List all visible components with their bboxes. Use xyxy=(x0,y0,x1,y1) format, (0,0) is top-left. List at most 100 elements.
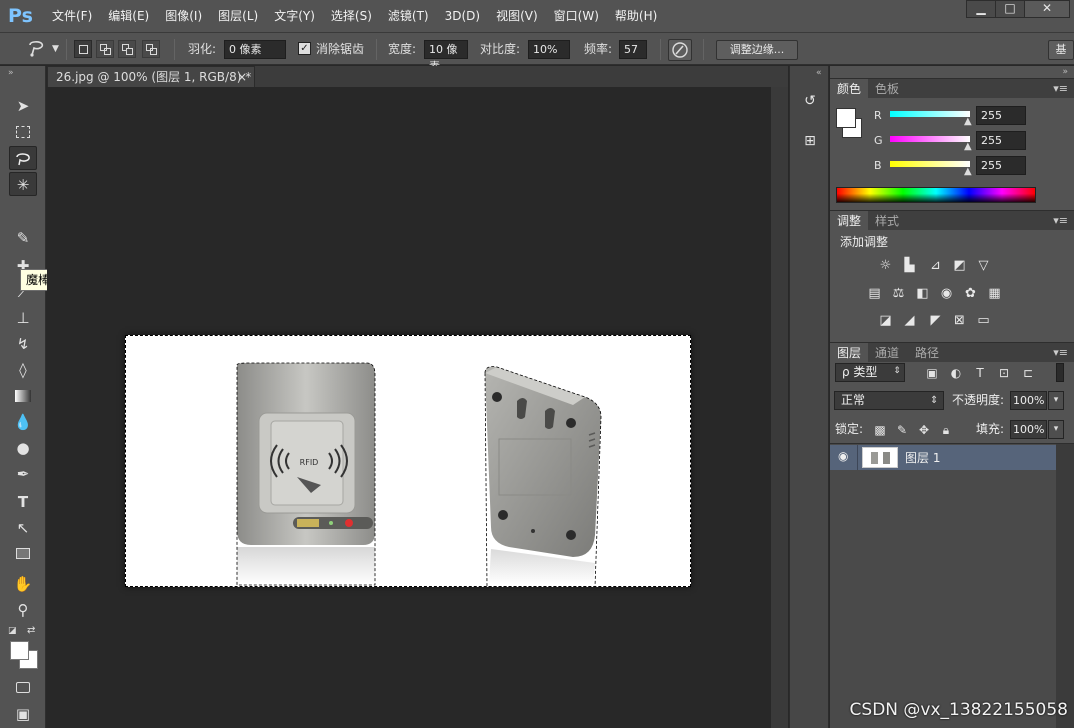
lock-position-icon[interactable]: ✥ xyxy=(916,422,932,438)
eraser-tool-icon[interactable]: ◊ xyxy=(9,358,37,382)
menu-3d[interactable]: 3D(D) xyxy=(437,0,488,33)
blend-mode-arrow-icon[interactable]: ⇕ xyxy=(930,391,938,410)
history-brush-tool-icon[interactable]: ↯ xyxy=(9,332,37,356)
vertical-scrollbar[interactable] xyxy=(771,87,788,728)
tablet-pressure-icon[interactable] xyxy=(668,39,692,61)
tab-styles[interactable]: 样式 xyxy=(868,211,906,231)
refine-edge-button[interactable]: 调整边缘... xyxy=(716,40,798,60)
layer-row[interactable]: ◉ 图层 1 xyxy=(830,445,1056,470)
lock-transparent-icon[interactable]: ▩ xyxy=(872,422,888,438)
green-slider-handle-icon[interactable]: ▲ xyxy=(964,141,972,152)
type-tool-icon[interactable]: T xyxy=(9,490,37,514)
workspace-button[interactable]: 基 xyxy=(1048,40,1074,60)
quick-mask-icon[interactable] xyxy=(9,676,37,700)
maximize-button[interactable]: □ xyxy=(995,0,1025,18)
gradient-map-icon[interactable]: ▭ xyxy=(975,313,992,328)
pen-tool-icon[interactable]: ✒ xyxy=(9,462,37,486)
color-panel-menu-icon[interactable]: ▾≡ xyxy=(1053,79,1068,99)
collapse-dock-icon[interactable]: « xyxy=(816,68,822,78)
add-selection-button[interactable] xyxy=(96,40,114,58)
marquee-tool-icon[interactable] xyxy=(9,120,37,144)
document-tab[interactable]: 26.jpg @ 100% (图层 1, RGB/8) * × xyxy=(47,66,255,87)
tab-paths[interactable]: 路径 xyxy=(908,343,946,363)
menu-type[interactable]: 文字(Y) xyxy=(266,0,323,33)
blur-tool-icon[interactable]: 💧 xyxy=(9,410,37,434)
tool-preset-dropdown-icon[interactable]: ▼ xyxy=(52,33,59,65)
black-white-icon[interactable]: ◧ xyxy=(914,286,931,301)
red-value[interactable]: 255 xyxy=(976,106,1026,125)
history-panel-icon[interactable]: ↺ xyxy=(799,90,821,112)
menu-filter[interactable]: 滤镜(T) xyxy=(380,0,437,33)
collapse-panels-icon[interactable]: » xyxy=(1062,67,1068,77)
close-tab-icon[interactable]: × xyxy=(237,67,247,87)
menu-file[interactable]: 文件(F) xyxy=(44,0,100,33)
eyedropper-tool-icon[interactable]: ✎ xyxy=(9,226,37,250)
properties-panel-icon[interactable]: ⊞ xyxy=(799,130,821,152)
tab-channels[interactable]: 通道 xyxy=(868,343,906,363)
photo-filter-icon[interactable]: ◉ xyxy=(938,286,955,301)
channel-mixer-icon[interactable]: ✿ xyxy=(962,286,979,301)
curves-icon[interactable]: ⊿ xyxy=(927,258,944,273)
green-value[interactable]: 255 xyxy=(976,131,1026,150)
layers-scrollbar[interactable] xyxy=(1056,444,1074,728)
red-slider[interactable] xyxy=(890,111,970,117)
swap-colors-icon[interactable]: ⇄ xyxy=(27,625,35,636)
menu-layer[interactable]: 图层(L) xyxy=(210,0,266,33)
subtract-selection-button[interactable] xyxy=(118,40,136,58)
antialias-checkbox[interactable]: ✓ xyxy=(298,42,311,55)
lock-pixels-icon[interactable]: ✎ xyxy=(894,422,910,438)
contrast-input[interactable]: 10% xyxy=(528,40,570,59)
menu-select[interactable]: 选择(S) xyxy=(323,0,380,33)
layer-visibility-eye-icon[interactable]: ◉ xyxy=(838,449,848,463)
fill-input[interactable]: 100% xyxy=(1010,420,1047,439)
opacity-input[interactable]: 100% xyxy=(1010,391,1047,410)
tab-color[interactable]: 颜色 xyxy=(830,79,869,99)
tab-swatches[interactable]: 色板 xyxy=(868,79,906,99)
filter-smart-object-icon[interactable]: ⊏ xyxy=(1020,365,1036,381)
green-slider[interactable] xyxy=(890,136,970,142)
fill-dropdown-icon[interactable]: ▾ xyxy=(1048,420,1064,439)
menu-window[interactable]: 窗口(W) xyxy=(546,0,607,33)
levels-icon[interactable]: ▙ xyxy=(901,258,918,273)
menu-edit[interactable]: 编辑(E) xyxy=(100,0,157,33)
filter-adjustment-icon[interactable]: ◐ xyxy=(948,365,964,381)
intersect-selection-button[interactable] xyxy=(142,40,160,58)
dodge-tool-icon[interactable]: ● xyxy=(9,436,37,460)
collapse-tools-icon[interactable]: » xyxy=(8,68,14,78)
hue-saturation-icon[interactable]: ▤ xyxy=(866,286,883,301)
blue-slider-handle-icon[interactable]: ▲ xyxy=(964,166,972,177)
screen-mode-icon[interactable]: ▣ xyxy=(9,702,37,726)
width-input[interactable]: 10 像素 xyxy=(424,40,468,73)
threshold-icon[interactable]: ◤ xyxy=(927,313,944,328)
gradient-tool-icon[interactable] xyxy=(9,384,37,408)
tool-preset-icon[interactable] xyxy=(24,33,48,65)
color-balance-icon[interactable]: ⚖ xyxy=(890,286,907,301)
close-button[interactable]: ✕ xyxy=(1024,0,1070,18)
menu-view[interactable]: 视图(V) xyxy=(488,0,546,33)
brightness-contrast-icon[interactable]: ☼ xyxy=(877,258,894,273)
posterize-icon[interactable]: ◢ xyxy=(901,313,918,328)
filter-type-icon[interactable]: T xyxy=(972,365,988,381)
layers-panel-menu-icon[interactable]: ▾≡ xyxy=(1053,343,1068,363)
magic-wand-tool-icon[interactable]: ✳ xyxy=(9,172,37,196)
menu-help[interactable]: 帮助(H) xyxy=(607,0,665,33)
exposure-icon[interactable]: ◩ xyxy=(951,258,968,273)
new-selection-button[interactable] xyxy=(74,40,92,58)
vibrance-icon[interactable]: ▽ xyxy=(975,258,992,273)
filter-shape-icon[interactable]: ⊡ xyxy=(996,365,1012,381)
rectangle-tool-icon[interactable] xyxy=(9,542,37,566)
foreground-color-swatch[interactable] xyxy=(10,641,29,660)
color-fg-swatch[interactable] xyxy=(836,108,856,128)
opacity-dropdown-icon[interactable]: ▾ xyxy=(1048,391,1064,410)
blue-slider[interactable] xyxy=(890,161,970,167)
feather-input[interactable]: 0 像素 xyxy=(224,40,286,59)
color-lookup-icon[interactable]: ▦ xyxy=(986,286,1003,301)
path-selection-tool-icon[interactable]: ↖ xyxy=(9,516,37,540)
red-slider-handle-icon[interactable]: ▲ xyxy=(964,116,972,127)
adjustments-panel-menu-icon[interactable]: ▾≡ xyxy=(1053,211,1068,231)
minimize-button[interactable]: ▁ xyxy=(966,0,996,18)
invert-icon[interactable]: ◪ xyxy=(877,313,894,328)
lock-all-icon[interactable]: 🔒︎ xyxy=(938,422,954,438)
blue-value[interactable]: 255 xyxy=(976,156,1026,175)
menu-image[interactable]: 图像(I) xyxy=(157,0,210,33)
